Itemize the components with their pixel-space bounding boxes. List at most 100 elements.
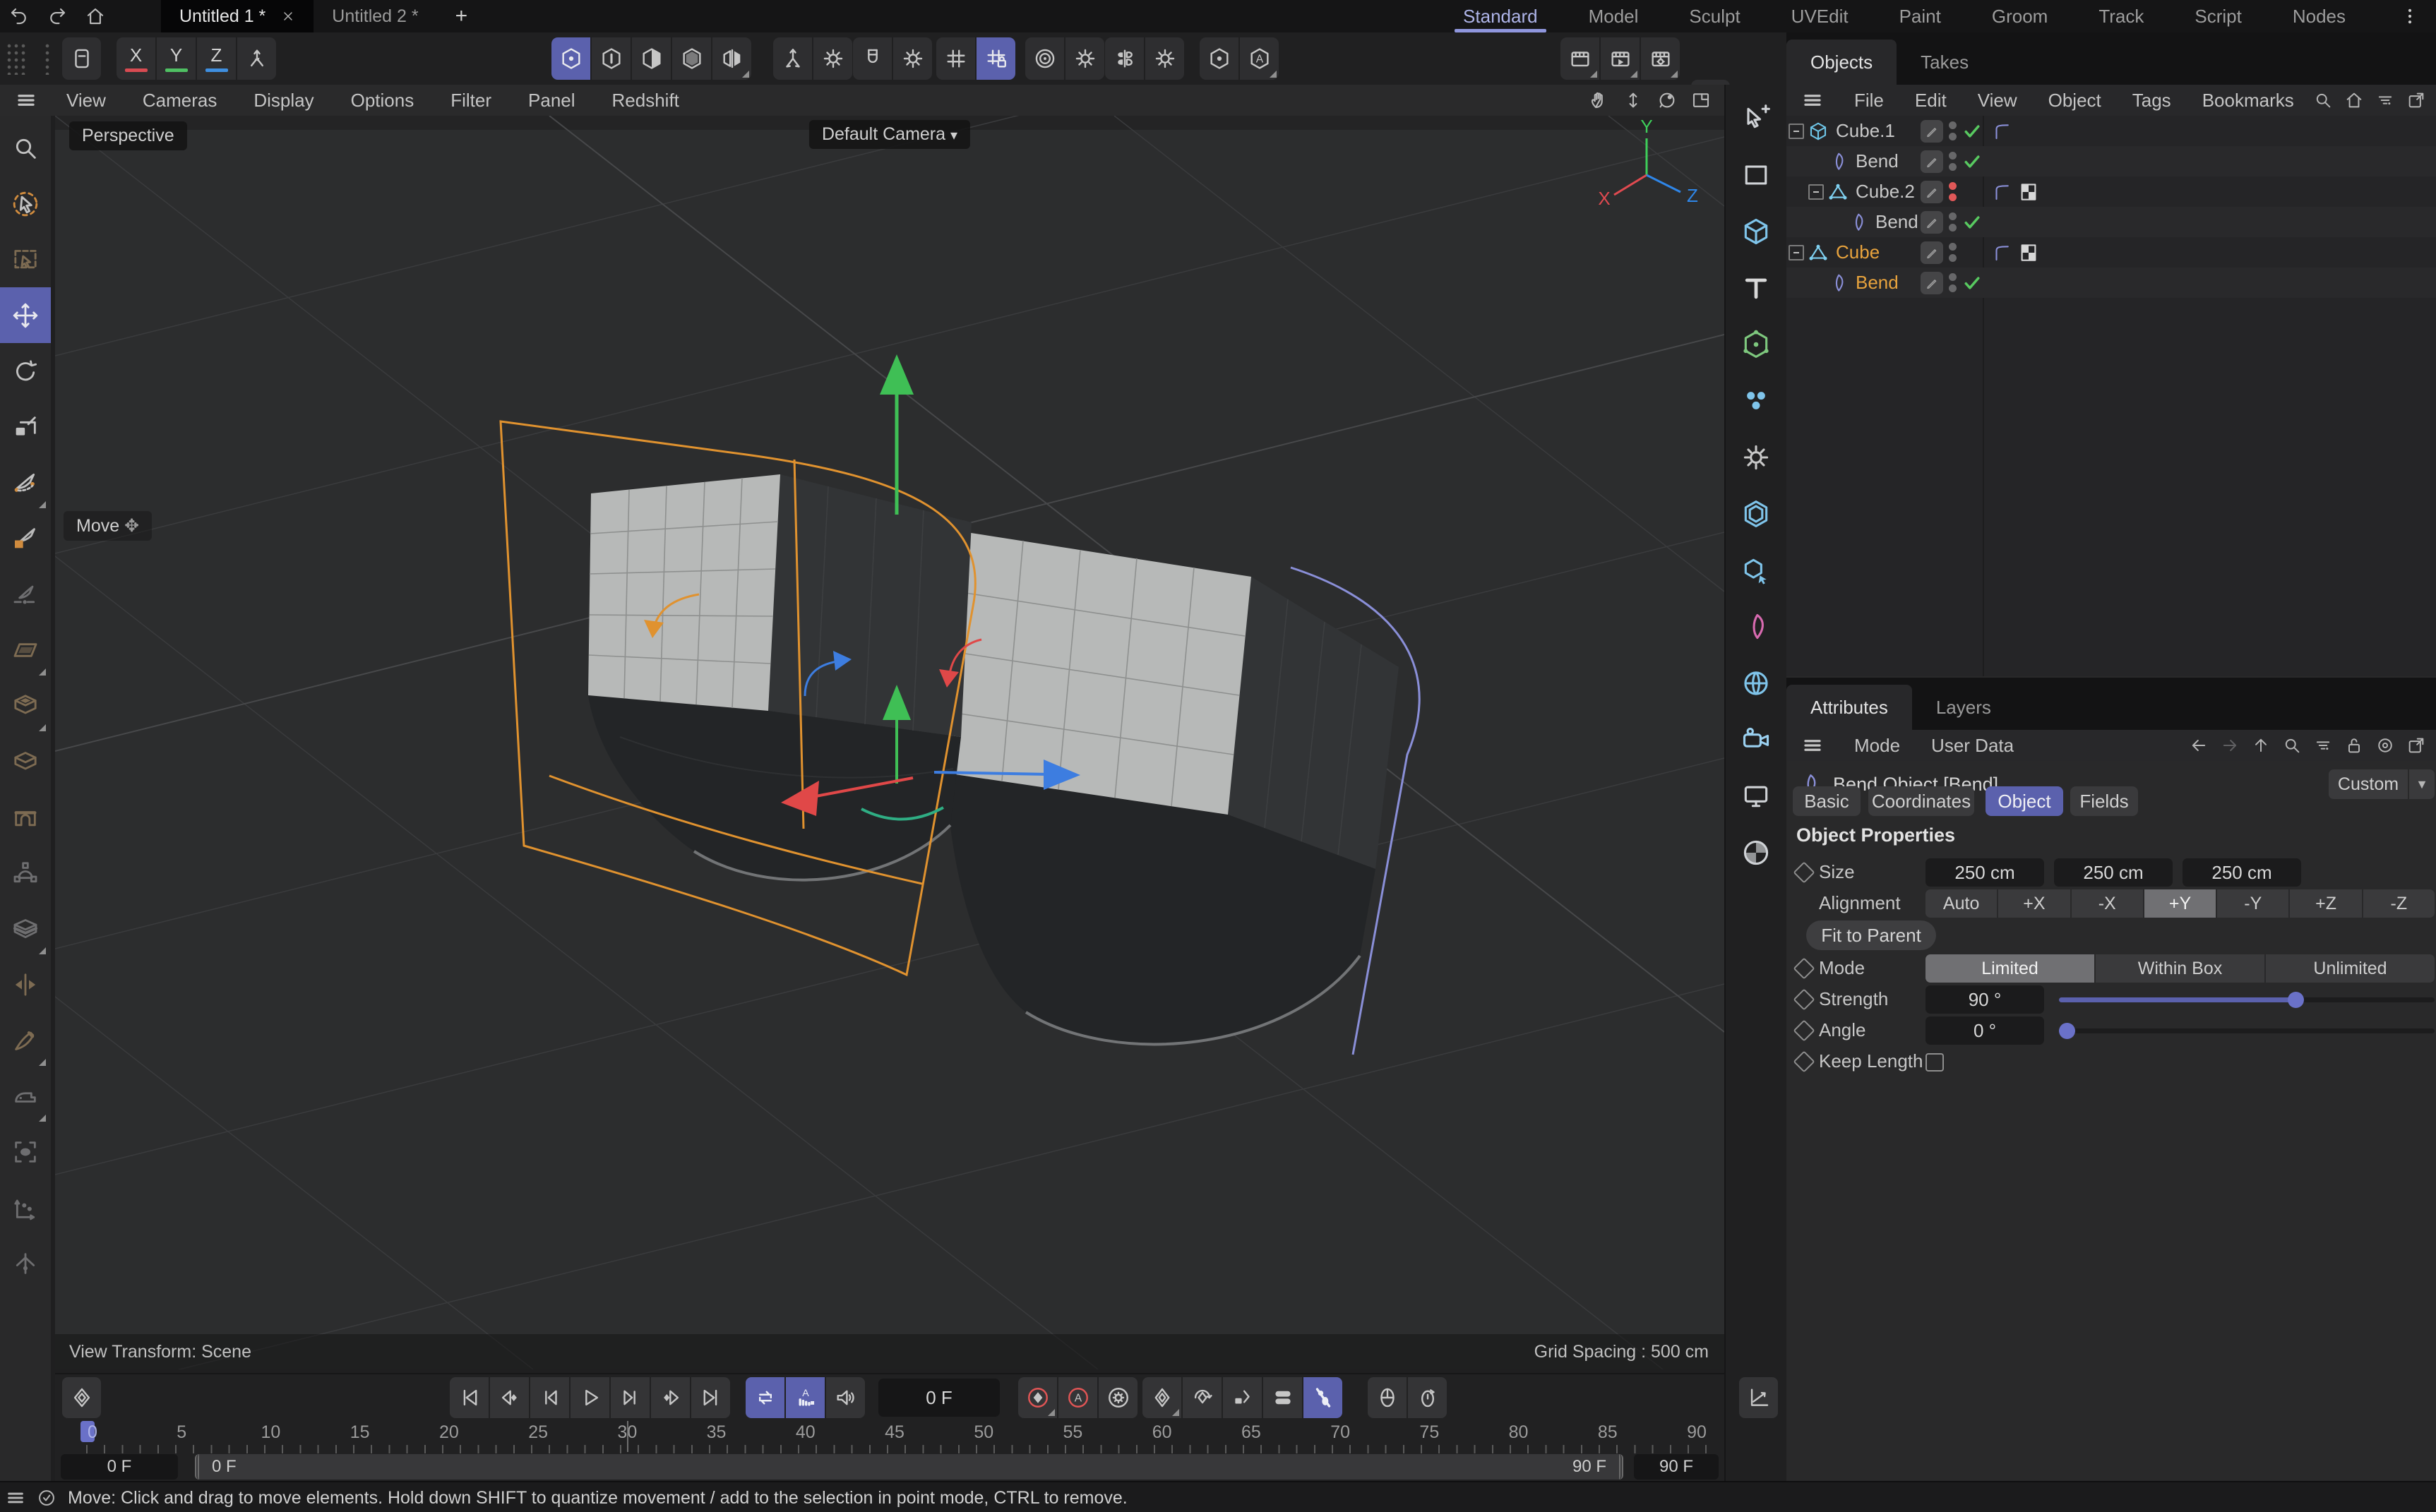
visibility-dots[interactable] (1949, 273, 1957, 292)
axis-x-button[interactable]: X (117, 37, 155, 80)
alignment-+z[interactable]: +Z (2290, 889, 2361, 918)
tool-extrude-inner[interactable] (3, 733, 48, 789)
strength-key-diamond[interactable] (1793, 988, 1815, 1010)
frame-win-icon[interactable] (1688, 87, 1714, 114)
key-scale-button[interactable] (1223, 1377, 1262, 1418)
objects-menu-edit[interactable]: Edit (1899, 90, 1962, 112)
objects-popout-icon[interactable] (2404, 88, 2429, 113)
attributes-tab-layers[interactable]: Layers (1912, 685, 2015, 730)
tool-point-transform[interactable] (3, 1180, 48, 1235)
fcurve-button[interactable] (1739, 1377, 1778, 1418)
expander-icon[interactable] (1789, 124, 1804, 139)
palette-display-settings[interactable] (1728, 768, 1784, 824)
key-diamond-button[interactable] (62, 1377, 101, 1418)
palette-select-add[interactable] (1728, 90, 1784, 147)
viewport-menu-view[interactable]: View (48, 90, 124, 112)
gear-button[interactable] (813, 37, 852, 80)
axis-tool-button[interactable] (773, 37, 812, 80)
layout-tab-groom[interactable]: Groom (1966, 0, 2073, 32)
viewport-menu-cameras[interactable]: Cameras (124, 90, 235, 112)
undo-icon[interactable] (0, 0, 38, 32)
tool-spline-pen[interactable] (3, 455, 48, 510)
palette-volume[interactable] (1728, 486, 1784, 542)
mode-key-diamond[interactable] (1793, 957, 1815, 979)
gear-button[interactable] (1065, 37, 1104, 80)
enabled-check-icon[interactable] (1962, 272, 1983, 294)
symmetry-button[interactable] (1105, 37, 1144, 80)
gear-button[interactable] (1145, 37, 1184, 80)
visibility-dots[interactable] (1949, 212, 1957, 232)
checker-tag-icon[interactable] (2018, 181, 2039, 203)
visibility-dots[interactable] (1949, 121, 1957, 140)
palette-cloner[interactable] (1728, 373, 1784, 429)
enabled-check-icon[interactable] (1962, 121, 1983, 142)
section-tab-fields[interactable]: Fields (2070, 786, 2138, 816)
alignment-+x[interactable]: +X (1998, 889, 2070, 918)
viewport-menu-filter[interactable]: Filter (432, 90, 510, 112)
redo-icon[interactable] (38, 0, 76, 32)
edit-toggle-icon[interactable] (1921, 272, 1943, 294)
palette-rectangle[interactable] (1728, 147, 1784, 203)
close-tab-icon[interactable] (281, 9, 295, 23)
viewport-menu-options[interactable]: Options (333, 90, 433, 112)
attributes-target-icon[interactable] (2372, 733, 2398, 758)
section-tab-object[interactable]: Object (1986, 786, 2063, 816)
preset-dropdown[interactable]: Custom (2329, 769, 2408, 799)
section-tab-basic[interactable]: Basic (1793, 786, 1861, 816)
objects-hamburger-icon[interactable] (1786, 90, 1839, 111)
fit-to-parent-button[interactable]: Fit to Parent (1806, 920, 1936, 950)
tree-row-bend-1[interactable]: Bend (1786, 146, 2436, 176)
next-key-button[interactable] (651, 1377, 690, 1418)
section-tab-coordinates[interactable]: Coordinates (1868, 786, 1974, 816)
angle-field[interactable]: 0 ° (1925, 1016, 2044, 1045)
expander-icon[interactable] (1808, 184, 1824, 200)
tool-find[interactable] (3, 120, 48, 176)
keep-length-checkbox[interactable] (1925, 1053, 1944, 1072)
record-key-button[interactable] (1018, 1377, 1057, 1418)
gear-button[interactable] (893, 37, 932, 80)
spline-tag-icon[interactable] (1991, 242, 2012, 263)
tool-brush[interactable] (3, 1124, 48, 1180)
tool-extrude[interactable] (3, 678, 48, 733)
palette-text-object[interactable] (1728, 260, 1784, 316)
angle-key-diamond[interactable] (1793, 1019, 1815, 1041)
status-hamburger-icon[interactable] (0, 1488, 31, 1508)
alignment--y[interactable]: -Y (2217, 889, 2288, 918)
size-field-y[interactable]: 250 cm (2054, 858, 2173, 887)
palette-camera[interactable] (1728, 712, 1784, 768)
palette-cube-primitive[interactable] (1728, 203, 1784, 260)
speaker-button[interactable] (826, 1377, 865, 1418)
toolbar-drag-handle[interactable] (6, 42, 27, 75)
document-tab-2[interactable]: Untitled 2 * (314, 0, 436, 32)
enabled-check-icon[interactable] (1962, 151, 1983, 172)
objects-filter-icon[interactable] (2372, 88, 2398, 113)
layout-tab-nodes[interactable]: Nodes (2267, 0, 2371, 32)
size-field-z[interactable]: 250 cm (2183, 858, 2301, 887)
alignment--x[interactable]: -X (2072, 889, 2143, 918)
tool-rotate[interactable] (3, 343, 48, 399)
grid-button[interactable] (936, 37, 975, 80)
palette-sky[interactable] (1728, 655, 1784, 712)
attributes-search-icon[interactable] (2279, 733, 2305, 758)
render-view-button[interactable] (1560, 37, 1599, 80)
play-button[interactable] (571, 1377, 609, 1418)
range-start-field[interactable]: 0 F (61, 1454, 178, 1480)
viewport-menu-display[interactable]: Display (235, 90, 332, 112)
attributes-arrow-right-icon[interactable] (2217, 733, 2243, 758)
alignment--z[interactable]: -Z (2363, 889, 2435, 918)
key-off-button[interactable] (1303, 1377, 1342, 1418)
tree-row-cube-1-0[interactable]: Cube.1 (1786, 116, 2436, 146)
camera-label[interactable]: Default Camera ▾ (809, 120, 970, 149)
mode-hex-half[interactable] (632, 37, 671, 80)
angle-slider[interactable] (2059, 1028, 2435, 1033)
new-tab-button[interactable]: + (437, 4, 486, 28)
tool-rectangle-selection[interactable] (3, 232, 48, 287)
layout-tab-uvedit[interactable]: UVEdit (1766, 0, 1874, 32)
layout-tab-script[interactable]: Script (2169, 0, 2267, 32)
tool-scale[interactable] (3, 399, 48, 455)
objects-menu-file[interactable]: File (1839, 90, 1899, 112)
prev-frame-button[interactable] (530, 1377, 569, 1418)
layout-tab-track[interactable]: Track (2073, 0, 2169, 32)
tool-mirror[interactable] (3, 956, 48, 1012)
layout-tab-standard[interactable]: Standard (1438, 0, 1563, 32)
